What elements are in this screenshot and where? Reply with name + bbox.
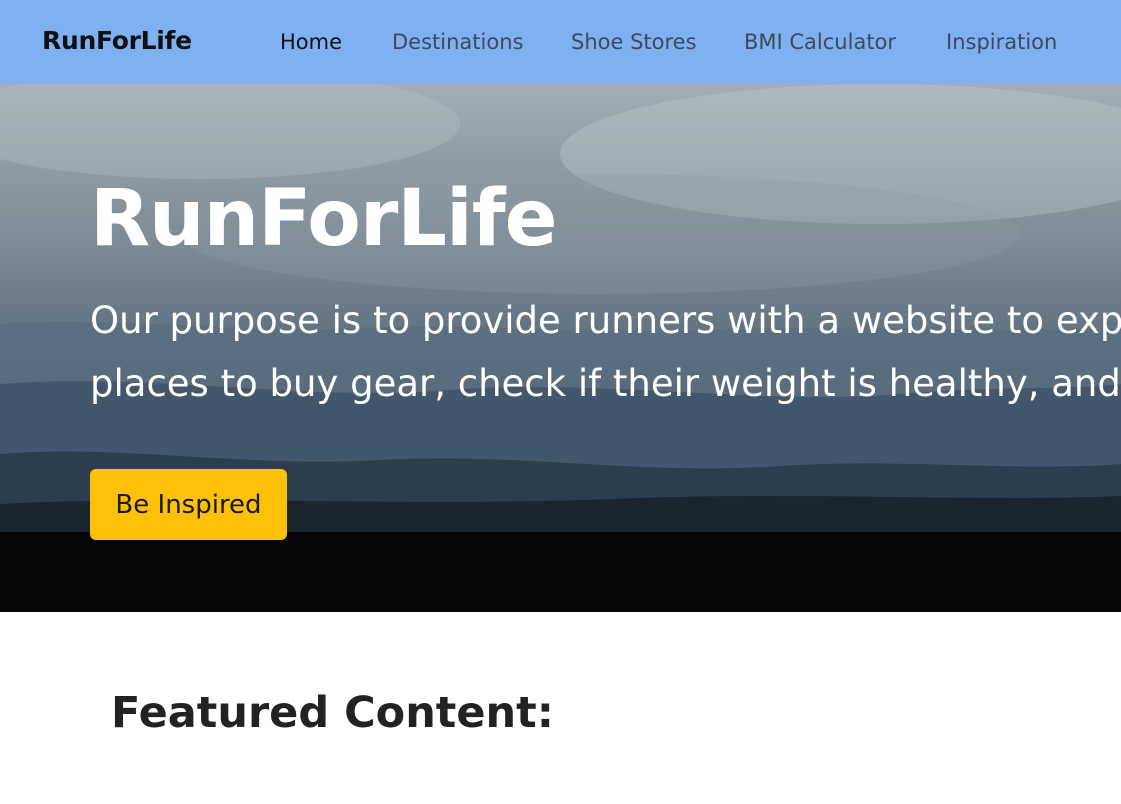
nav-link-destinations[interactable]: Destinations (392, 30, 523, 54)
nav-link-home[interactable]: Home (280, 30, 342, 54)
hero-title: RunForLife (90, 174, 558, 264)
nav-link-bmi-calculator[interactable]: BMI Calculator (744, 30, 896, 54)
nav-links: Home Destinations Shoe Stores BMI Calcul… (0, 0, 1121, 84)
nav-link-inspiration[interactable]: Inspiration (946, 30, 1057, 54)
hero-description-line-1: Our purpose is to provide runners with a… (90, 299, 1121, 342)
be-inspired-button[interactable]: Be Inspired (90, 469, 287, 540)
featured-content-heading: Featured Content: (111, 688, 554, 738)
hero-banner: RunForLife Our purpose is to provide run… (0, 84, 1121, 612)
nav-link-shoe-stores[interactable]: Shoe Stores (571, 30, 697, 54)
hero-description-line-2: places to buy gear, check if their weigh… (90, 362, 1121, 405)
navbar: RunForLife Home Destinations Shoe Stores… (0, 0, 1121, 84)
hero-description: Our purpose is to provide runners with a… (90, 289, 1121, 415)
